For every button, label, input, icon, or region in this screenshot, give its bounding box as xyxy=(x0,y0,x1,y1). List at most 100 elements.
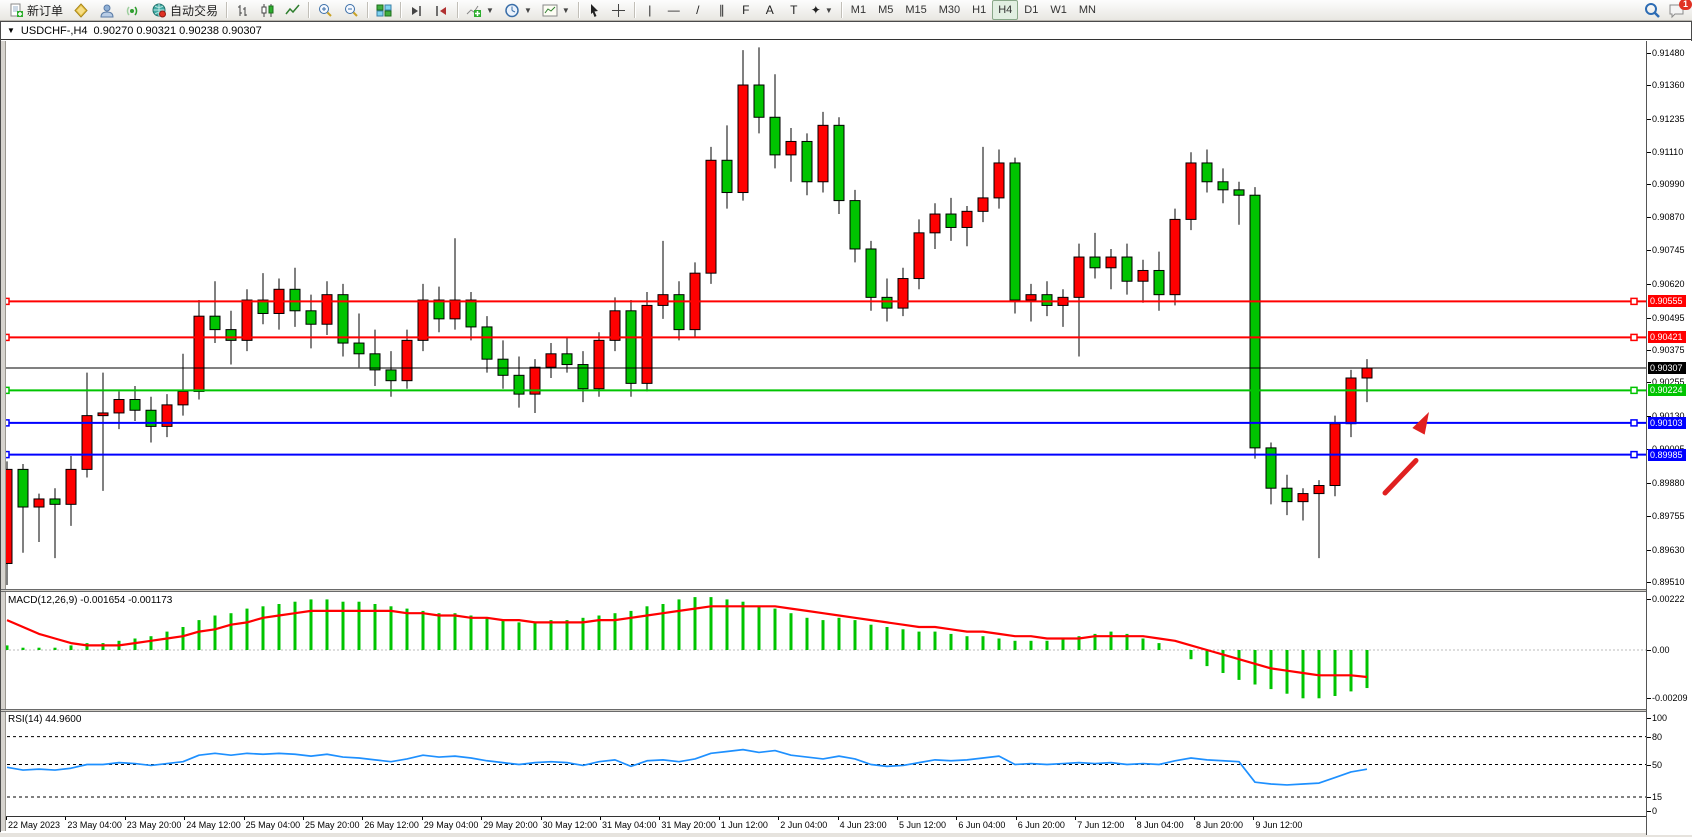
time-tick-mark xyxy=(184,817,185,820)
auto-scroll-button[interactable] xyxy=(404,0,429,20)
candle-up xyxy=(706,160,716,273)
timeframe-m5[interactable]: M5 xyxy=(872,0,899,20)
equidistant-channel-tool[interactable]: ∥ xyxy=(710,0,734,20)
timeframe-d1[interactable]: D1 xyxy=(1018,0,1044,20)
vertical-line-tool[interactable]: | xyxy=(638,0,662,20)
price-chart xyxy=(1,41,1646,589)
dropdown-arrow-icon: ▼ xyxy=(524,6,532,15)
cursor-button[interactable] xyxy=(582,0,606,20)
candle-down xyxy=(1250,195,1260,448)
profile-button[interactable] xyxy=(94,0,120,20)
fibonacci-tool[interactable]: F xyxy=(734,0,758,20)
candlestick-chart-button[interactable] xyxy=(255,0,280,20)
timeframe-h1[interactable]: H1 xyxy=(966,0,992,20)
timeframe-w1[interactable]: W1 xyxy=(1044,0,1073,20)
rsi-tick: 15 xyxy=(1652,792,1662,802)
price-tick: 0.91235 xyxy=(1652,114,1685,124)
hline-0.90224[interactable] xyxy=(1,387,1646,393)
candle-down xyxy=(722,160,732,192)
candle-down xyxy=(498,359,508,375)
price-tick: 0.90990 xyxy=(1652,179,1685,189)
zoom-out-icon xyxy=(343,3,359,18)
pane-splitter[interactable] xyxy=(1,589,1646,592)
bar-chart-button[interactable] xyxy=(230,0,255,20)
arrows-tool[interactable]: ✦▼ xyxy=(806,0,838,20)
new-order-button[interactable]: 新订单 xyxy=(4,0,68,20)
templates-button[interactable]: ▼ xyxy=(537,0,575,20)
tile-windows-button[interactable] xyxy=(371,0,397,20)
text-tool[interactable]: A xyxy=(758,0,782,20)
time-axis[interactable]: 22 May 202323 May 04:0023 May 20:0024 Ma… xyxy=(1,816,1646,833)
hline-0.90103[interactable] xyxy=(1,420,1646,426)
trading-terminal: 新订单 自动交易 ▼ ▼ ▼ |—/∥F xyxy=(0,0,1692,837)
time-label: 6 Jun 20:00 xyxy=(1018,820,1065,830)
quotes-button[interactable] xyxy=(68,0,94,20)
candle-down xyxy=(1090,257,1100,268)
axis-tick-mark xyxy=(1647,582,1651,583)
crosshair-icon xyxy=(611,3,626,18)
horizontal-line-tool[interactable]: — xyxy=(662,0,686,20)
timeframe-h4[interactable]: H4 xyxy=(992,0,1018,20)
price-tick: 0.89630 xyxy=(1652,545,1685,555)
axis-tick-mark xyxy=(1647,516,1651,517)
notifications-button[interactable]: 1 xyxy=(1669,3,1686,19)
candle-down xyxy=(466,300,476,327)
time-label: 25 May 20:00 xyxy=(305,820,360,830)
macd-label: MACD(12,26,9) -0.001654 -0.001173 xyxy=(8,595,172,606)
candle-up xyxy=(178,391,188,404)
candle-down xyxy=(562,354,572,365)
search-icon[interactable] xyxy=(1644,2,1661,19)
candle-down xyxy=(290,289,300,311)
auto-trading-button[interactable]: 自动交易 xyxy=(146,0,223,20)
arrow-annotation[interactable] xyxy=(1385,412,1429,493)
axis-tick-mark xyxy=(1647,250,1651,251)
candle-down xyxy=(802,141,812,181)
rsi-chart xyxy=(1,712,1646,816)
timeframe-m30[interactable]: M30 xyxy=(933,0,966,20)
label-tool[interactable]: T xyxy=(782,0,806,20)
time-label: 2 Jun 04:00 xyxy=(780,820,827,830)
timeframe-m1[interactable]: M1 xyxy=(845,0,872,20)
price-tick: 0.89880 xyxy=(1652,478,1685,488)
macd-tick: -0.00209 xyxy=(1652,693,1688,703)
periods-button[interactable]: ▼ xyxy=(499,0,537,20)
axis-tick-mark xyxy=(1647,483,1651,484)
chart-shift-button[interactable] xyxy=(429,0,454,20)
collapse-triangle-icon[interactable]: ▼ xyxy=(7,26,15,35)
time-tick-mark xyxy=(600,817,601,820)
candle-down xyxy=(386,370,396,381)
signals-button[interactable] xyxy=(120,0,146,20)
toolbar-separator xyxy=(367,2,368,18)
indicators-button[interactable]: ▼ xyxy=(461,0,499,20)
timeframe-mn[interactable]: MN xyxy=(1073,0,1102,20)
line-chart-button[interactable] xyxy=(280,0,305,20)
toolbar-separator xyxy=(457,2,458,18)
macd-pane xyxy=(1,592,1646,709)
axis-tick-mark xyxy=(1647,284,1651,285)
time-tick-mark xyxy=(659,817,660,820)
price-tick: 0.89755 xyxy=(1652,511,1685,521)
trendline-tool[interactable]: / xyxy=(686,0,710,20)
price-badge-0.90421: 0.90421 xyxy=(1648,331,1686,343)
price-pane xyxy=(1,41,1646,589)
candle-up xyxy=(34,499,44,507)
axis-tick-mark xyxy=(1647,599,1651,600)
tile-windows-icon xyxy=(376,3,392,18)
zoom-out-button[interactable] xyxy=(338,0,364,20)
price-tick: 0.91360 xyxy=(1652,80,1685,90)
time-label: 31 May 20:00 xyxy=(661,820,716,830)
price-axis[interactable]: 0.914800.913600.912350.911100.909900.908… xyxy=(1646,41,1692,835)
hline-0.89985[interactable] xyxy=(1,452,1646,458)
candle-down xyxy=(1122,257,1132,281)
zoom-in-button[interactable] xyxy=(312,0,338,20)
time-tick-mark xyxy=(838,817,839,820)
rsi-line xyxy=(7,750,1367,785)
candle-up xyxy=(1026,295,1036,300)
time-label: 29 May 20:00 xyxy=(483,820,538,830)
pane-splitter[interactable] xyxy=(1,709,1646,712)
candle-down xyxy=(1042,295,1052,306)
candle-up xyxy=(1362,368,1372,378)
crosshair-button[interactable] xyxy=(606,0,631,20)
timeframe-m15[interactable]: M15 xyxy=(899,0,932,20)
dropdown-arrow-icon: ▼ xyxy=(562,6,570,15)
